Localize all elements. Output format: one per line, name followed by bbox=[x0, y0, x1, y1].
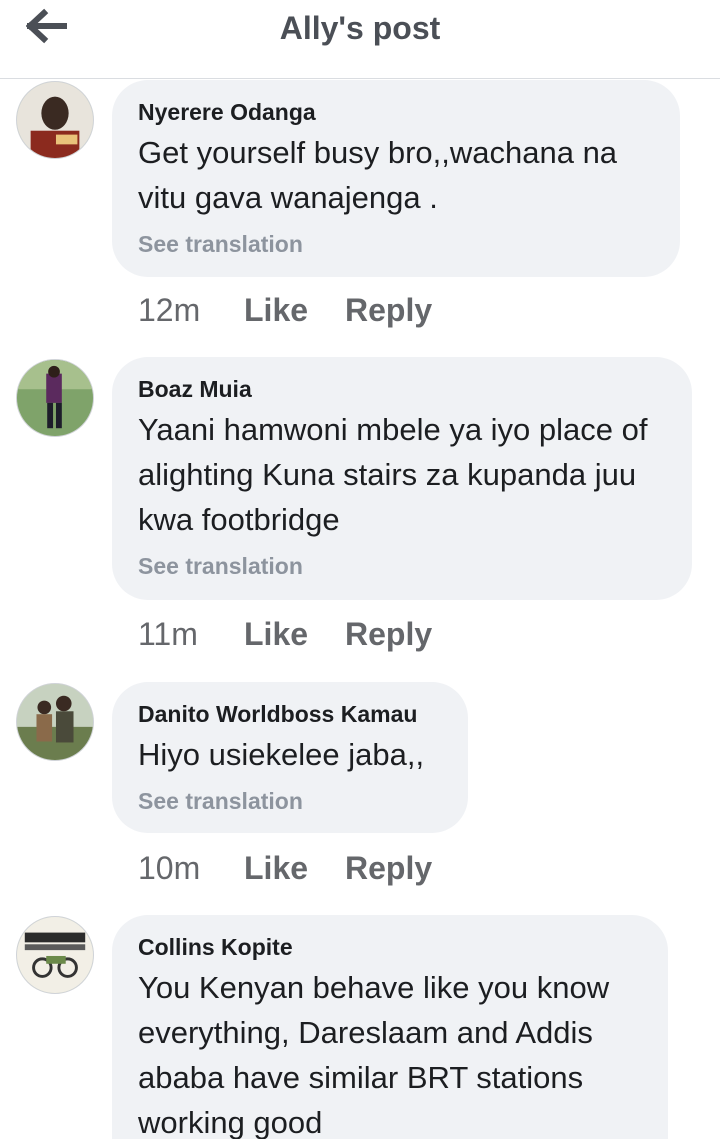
comment-bubble: Danito Worldboss Kamau Hiyo usiekelee ja… bbox=[112, 682, 468, 833]
comment-actions: 12m Like Reply bbox=[138, 292, 432, 332]
avatar[interactable] bbox=[16, 916, 94, 994]
comment-bubble: Nyerere Odanga Get yourself busy bro,,wa… bbox=[112, 80, 680, 277]
comment-actions: 11m Like Reply bbox=[138, 616, 432, 656]
like-button[interactable]: Like bbox=[244, 616, 345, 653]
avatar[interactable] bbox=[16, 683, 94, 761]
profile-photo bbox=[17, 360, 93, 436]
profile-photo bbox=[17, 684, 93, 760]
comment-timestamp: 11m bbox=[138, 616, 198, 652]
comment-timestamp: 10m bbox=[138, 850, 201, 886]
comment-text: Yaani hamwoni mbele ya iyo place of alig… bbox=[138, 412, 648, 537]
page-title: Ally's post bbox=[279, 10, 441, 46]
comment-author[interactable]: Collins Kopite bbox=[138, 933, 642, 961]
comment-bubble: Collins Kopite You Kenyan behave like yo… bbox=[112, 915, 668, 1139]
comment-author[interactable]: Boaz Muia bbox=[138, 375, 666, 403]
reply-button[interactable]: Reply bbox=[345, 616, 432, 653]
see-translation-link[interactable]: See translation bbox=[138, 230, 654, 258]
comment-list: Nyerere Odanga Get yourself busy bro,,wa… bbox=[0, 78, 720, 1139]
comment-text: Hiyo usiekelee jaba,, bbox=[138, 737, 425, 772]
comment-actions: 10m Like Reply bbox=[138, 850, 432, 890]
comment-bubble: Boaz Muia Yaani hamwoni mbele ya iyo pla… bbox=[112, 357, 692, 600]
reply-button[interactable]: Reply bbox=[345, 292, 432, 329]
like-button[interactable]: Like bbox=[244, 850, 345, 887]
avatar[interactable] bbox=[16, 81, 94, 159]
profile-photo bbox=[17, 82, 93, 158]
reply-button[interactable]: Reply bbox=[345, 850, 432, 887]
top-bar: Ally's post bbox=[0, 0, 720, 79]
comment-author[interactable]: Danito Worldboss Kamau bbox=[138, 700, 442, 728]
avatar[interactable] bbox=[16, 359, 94, 437]
comment-text: Get yourself busy bro,,wachana na vitu g… bbox=[138, 135, 618, 215]
see-translation-link[interactable]: See translation bbox=[138, 552, 666, 580]
see-translation-link[interactable]: See translation bbox=[138, 787, 442, 815]
comment-author[interactable]: Nyerere Odanga bbox=[138, 98, 654, 126]
profile-photo bbox=[17, 917, 93, 993]
comment-timestamp: 12m bbox=[138, 292, 201, 328]
like-button[interactable]: Like bbox=[244, 292, 345, 329]
comment-text: You Kenyan behave like you know everythi… bbox=[138, 970, 610, 1139]
